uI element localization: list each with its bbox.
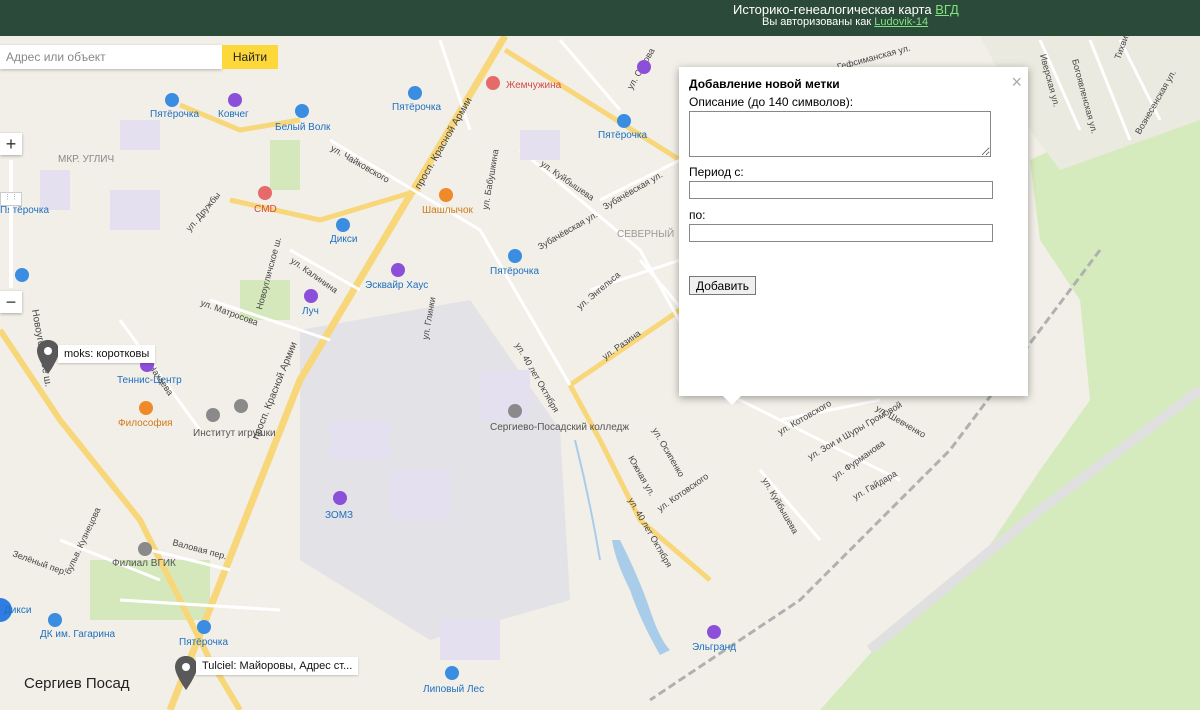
city-label: Сергиев Посад (24, 675, 130, 692)
poi-label: CMD (254, 204, 277, 215)
auth-prefix: Вы авторизованы как (762, 16, 875, 28)
poi-label: Пятёрочка (598, 130, 647, 141)
shop-icon (617, 114, 631, 128)
add-marker-popup: × Добавление новой метки Описание (до 14… (679, 67, 1028, 396)
poi-label: Луч (302, 306, 319, 317)
shop-icon (336, 218, 350, 232)
gym-icon (304, 289, 318, 303)
shop-icon (197, 620, 211, 634)
hotel-icon (391, 263, 405, 277)
close-icon[interactable]: × (1011, 73, 1022, 91)
poi-label: Шашлычок (422, 205, 474, 216)
description-field[interactable] (689, 111, 991, 157)
search-input[interactable] (0, 45, 222, 69)
shop-icon (508, 249, 522, 263)
zoom-in-button[interactable]: + (0, 133, 22, 155)
map-marker-tulciel[interactable] (174, 656, 198, 695)
poi-label: Пятёрочка (490, 266, 539, 277)
district-label: МКР. УГЛИЧ (58, 154, 114, 165)
marker-label-moks[interactable]: moks: коротковы (58, 345, 156, 363)
market-icon (445, 666, 459, 680)
app-header: Историко-генеалогическая карта ВГД Вы ав… (0, 0, 1200, 36)
clinic-icon (258, 186, 272, 200)
app-title-text: Историко-генеалогическая карта (733, 2, 936, 17)
poi-label: Философия (118, 417, 173, 429)
shop-icon (408, 86, 422, 100)
period-from-field[interactable] (689, 181, 993, 199)
poi-label: Липовый Лес (423, 684, 484, 695)
poi-label: Ковчег (218, 109, 249, 120)
poi-label: Жемчужина (506, 80, 562, 91)
pet-shop-icon (295, 104, 309, 118)
period-to-field[interactable] (689, 224, 993, 242)
popup-title: Добавление новой метки (689, 77, 840, 91)
period-from-label: Период с: (689, 165, 744, 179)
description-label: Описание (до 140 символов): (689, 95, 854, 109)
vgd-link[interactable]: ВГД (935, 2, 959, 17)
poi-label: Пятёрочка (150, 109, 199, 120)
district-label: СЕВЕРНЫЙ (617, 227, 674, 240)
map-pin-icon (37, 340, 59, 374)
mall-icon (707, 625, 721, 639)
map-pin-icon (175, 656, 197, 690)
hotel-icon (228, 93, 242, 107)
poi-label: Дикси (4, 605, 31, 616)
dental-icon (486, 76, 500, 90)
shop-icon (15, 268, 29, 282)
building-icon (637, 60, 651, 74)
factory-icon (333, 491, 347, 505)
restaurant-icon (139, 401, 153, 415)
period-to-label: по: (689, 208, 706, 222)
app-title: Историко-генеалогическая карта ВГД (733, 2, 959, 17)
school-icon (206, 408, 220, 422)
search-button[interactable]: Найти (222, 45, 278, 69)
user-link[interactable]: Ludovik-14 (874, 16, 928, 28)
map-marker-moks[interactable] (36, 340, 60, 379)
poi-label: ЗОМЗ (325, 510, 353, 521)
university-icon (138, 542, 152, 556)
poi-label: Пятёрочка (179, 637, 228, 648)
auth-status: Вы авторизованы как Ludovik-14 (762, 16, 928, 28)
poi-label: Белый Волк (275, 122, 331, 133)
poi-label: Сергиево-Посадский колледж (490, 422, 629, 433)
park-1 (270, 140, 300, 190)
briefcase-icon (234, 399, 248, 413)
poi-label: Филиал ВГИК (112, 558, 176, 569)
poi-label: Эсквайр Хаус (365, 280, 428, 291)
college-icon (508, 404, 522, 418)
add-button[interactable]: Добавить (689, 276, 757, 295)
theatre-icon (48, 613, 62, 627)
marker-label-tulciel[interactable]: Tulciel: Майоровы, Адрес ст... (196, 657, 359, 675)
poi-label: Пятёрочка (392, 102, 441, 113)
park-3 (90, 560, 210, 620)
shop-icon (165, 93, 179, 107)
zoom-slider-handle[interactable]: ⋮⋮ (0, 192, 22, 206)
poi-label: Пятёрочка (0, 205, 49, 216)
cafe-icon (439, 188, 453, 202)
popup-tail (722, 395, 742, 405)
zoom-out-button[interactable]: − (0, 291, 22, 313)
poi-label: Дикси (330, 234, 357, 245)
poi-label: Теннис-Центр (117, 375, 182, 386)
zoom-slider-track[interactable] (9, 160, 13, 288)
poi-label: ДК им. Гагарина (40, 629, 115, 640)
poi-label: Эльгранд (692, 642, 736, 653)
